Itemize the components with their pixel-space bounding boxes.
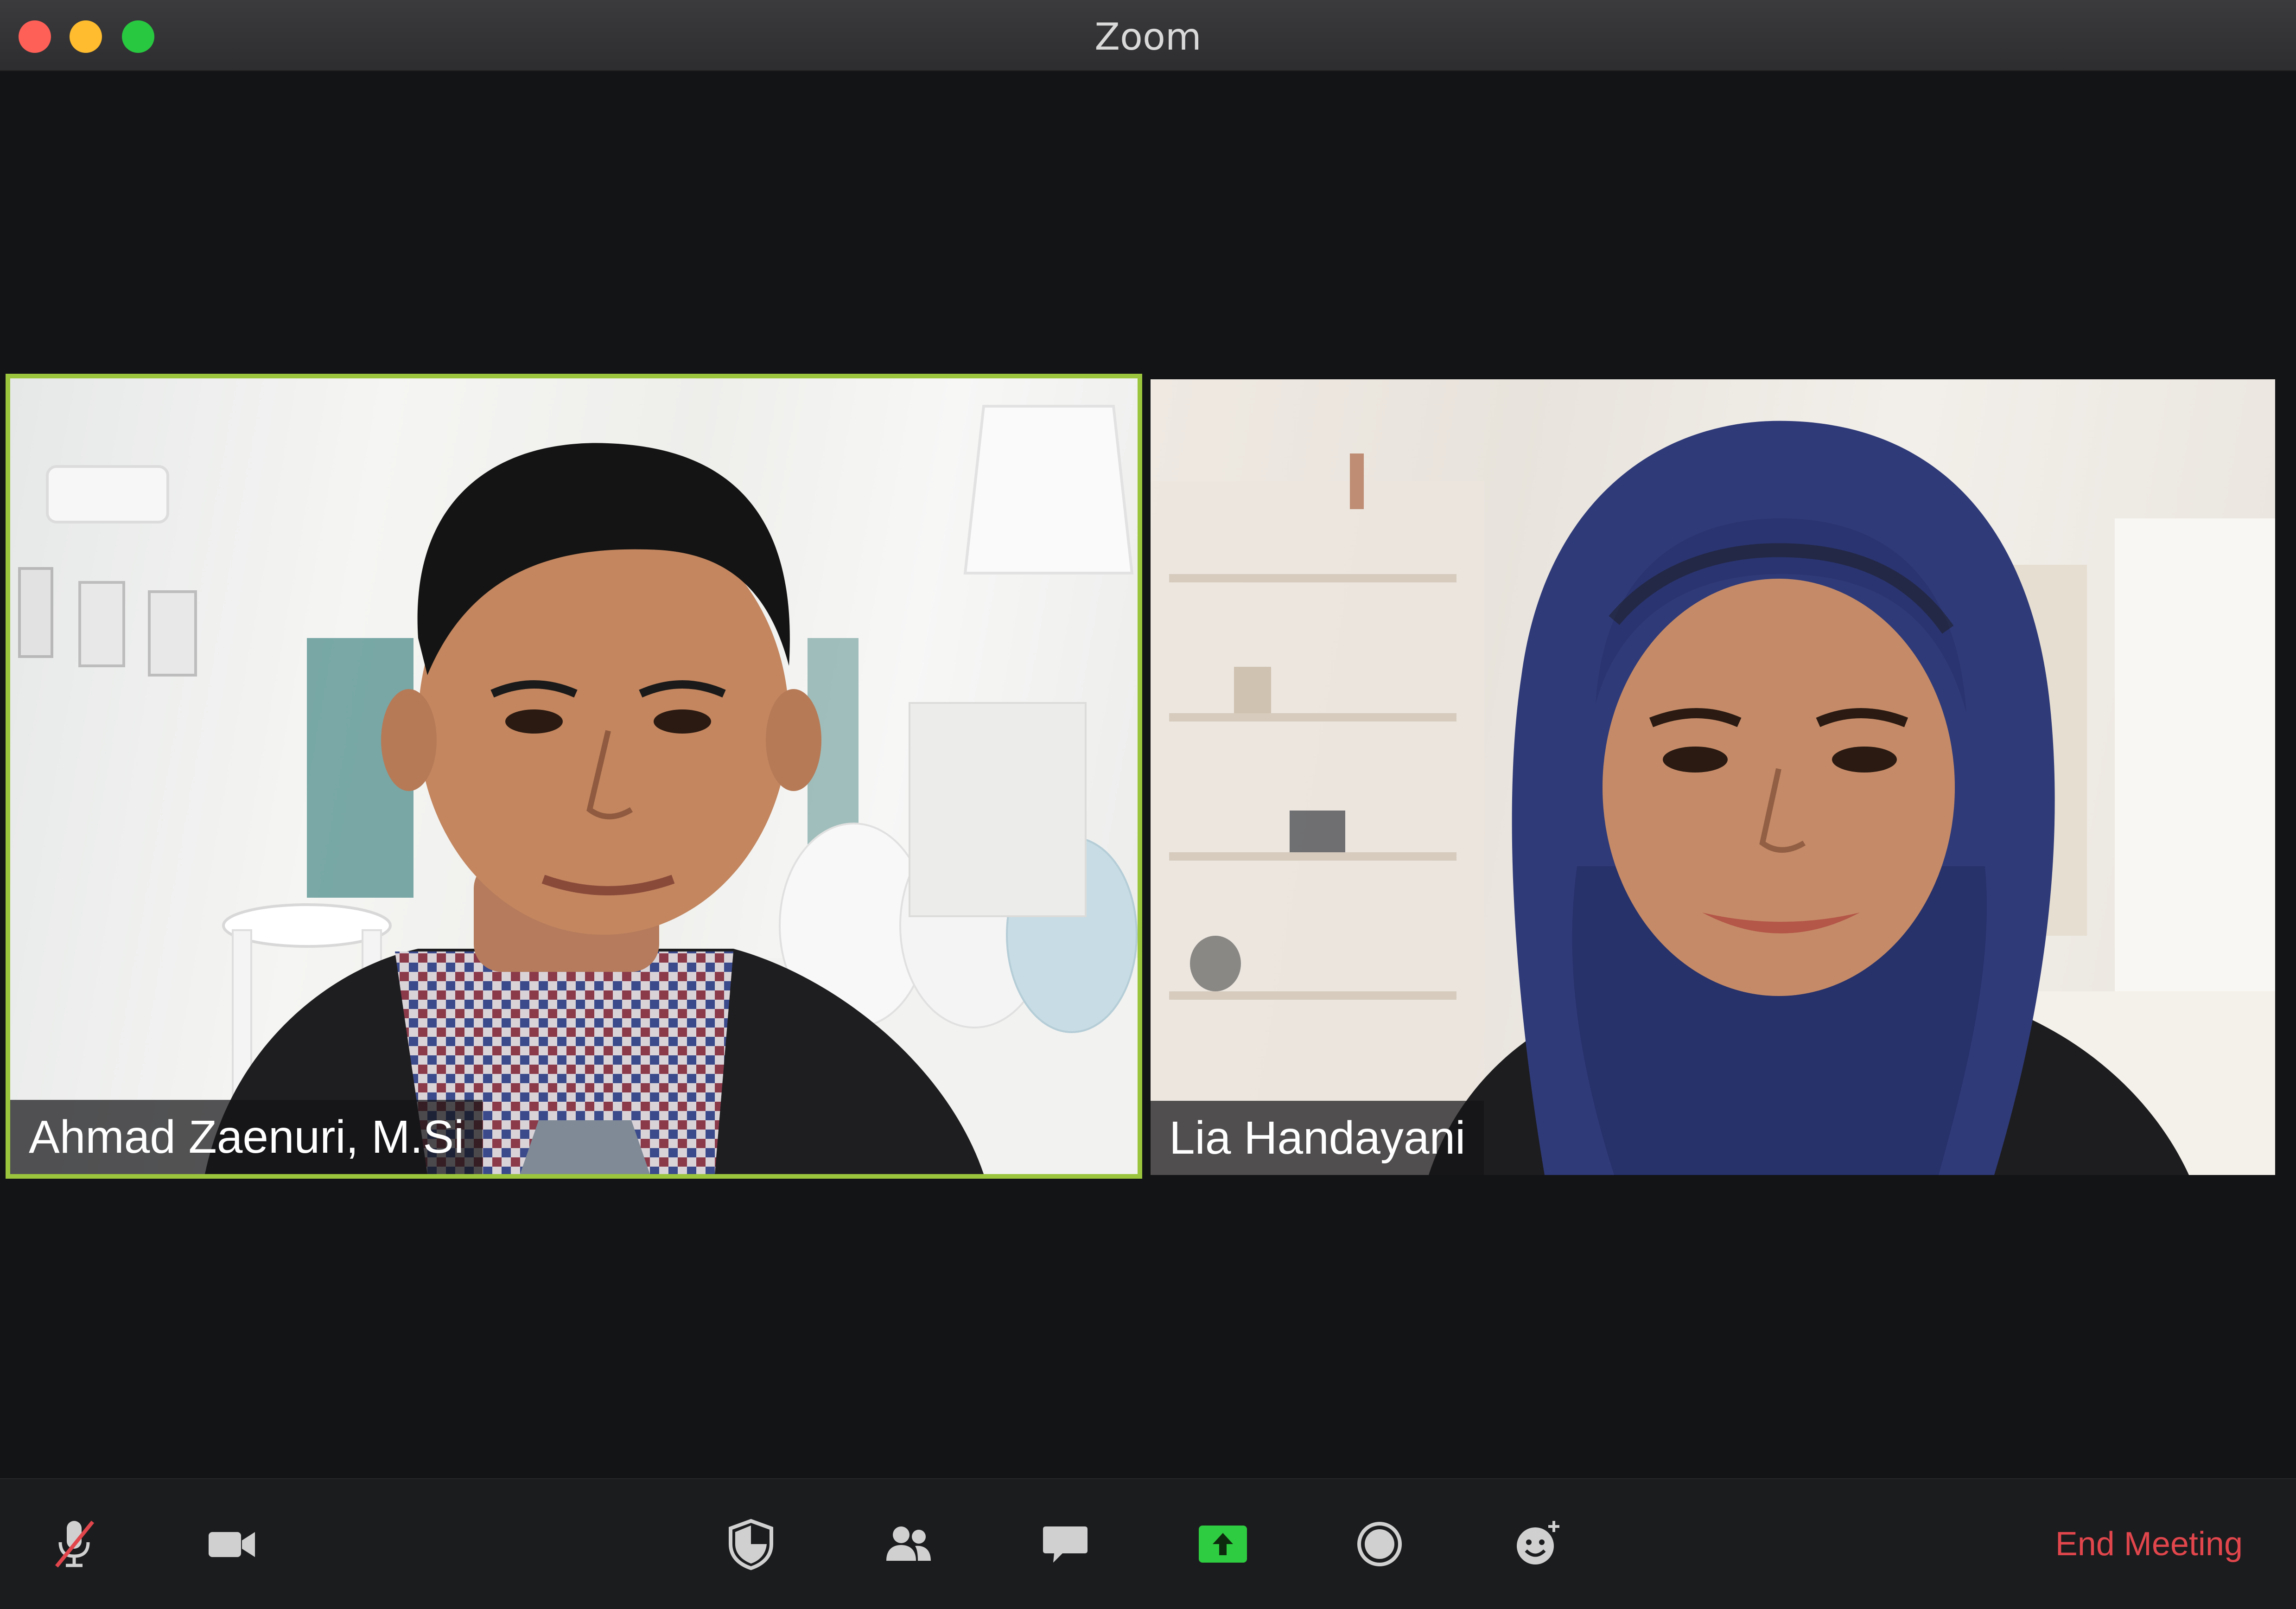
- participant-video-tile-2[interactable]: Lia Handayani: [1151, 379, 2275, 1175]
- participants-button[interactable]: [876, 1512, 941, 1577]
- window-title: Zoom: [1094, 15, 1202, 58]
- title-bar[interactable]: Zoom: [0, 0, 2296, 71]
- chat-button[interactable]: [1033, 1512, 1098, 1577]
- zoom-window: Zoom Ahmad Zaenuri, M.Si Lia Handayani E…: [0, 0, 2296, 1609]
- microphone-muted-icon: [55, 1520, 95, 1568]
- video-camera-icon: [209, 1532, 255, 1557]
- meeting-toolbar: End Meeting: [0, 1478, 2296, 1609]
- participant-name-label: Lia Handayani: [1151, 1101, 1484, 1175]
- record-circle-icon: [1357, 1522, 1402, 1566]
- participant-name-label: Ahmad Zaenuri, M.Si: [10, 1100, 483, 1174]
- record-button[interactable]: [1347, 1512, 1412, 1577]
- shield-icon: [729, 1519, 773, 1571]
- reactions-button[interactable]: [1505, 1512, 1570, 1577]
- security-button[interactable]: [719, 1512, 783, 1577]
- share-screen-button[interactable]: [1190, 1512, 1255, 1577]
- share-up-arrow-icon: [1199, 1526, 1247, 1563]
- people-icon: [886, 1526, 931, 1561]
- mute-button[interactable]: [42, 1512, 107, 1577]
- end-meeting-button[interactable]: End Meeting: [2055, 1521, 2243, 1567]
- participant-portrait: [205, 443, 984, 1174]
- smiley-plus-icon: [1517, 1521, 1559, 1564]
- video-button[interactable]: [199, 1512, 264, 1577]
- participant-portrait: [1429, 421, 2189, 1175]
- participant-video-tile-1[interactable]: Ahmad Zaenuri, M.Si: [6, 374, 1142, 1179]
- chat-bubble-icon: [1043, 1526, 1088, 1563]
